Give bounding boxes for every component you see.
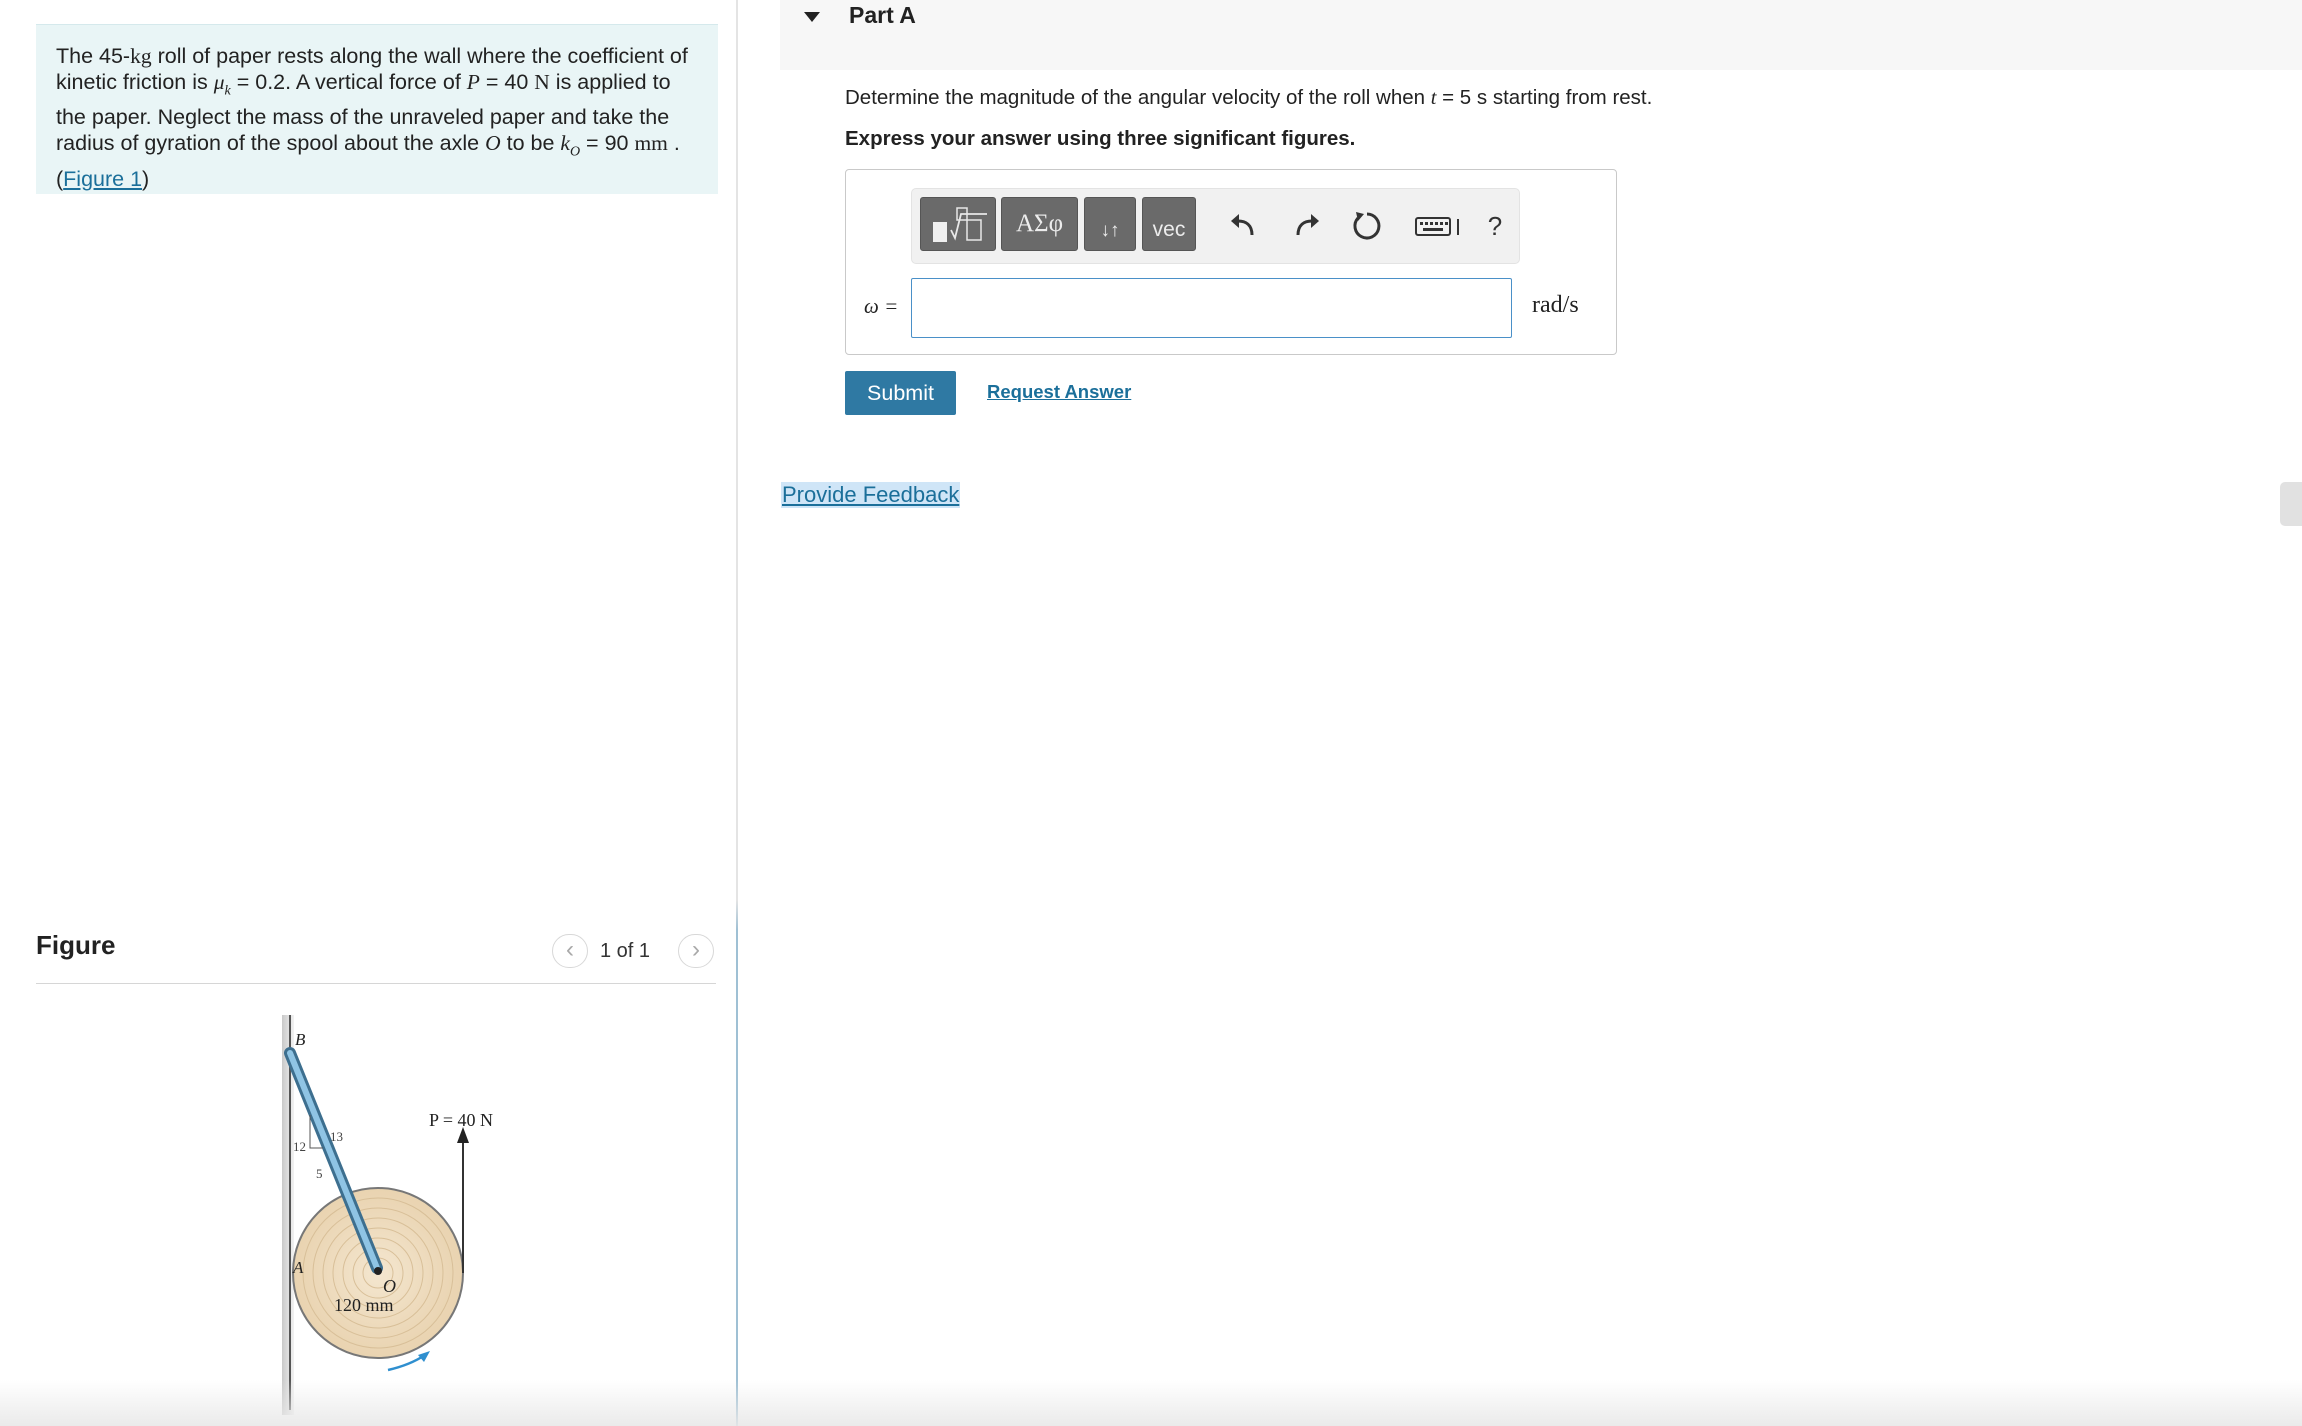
label-slope-13: 13 (330, 1129, 343, 1144)
help-button[interactable]: ? (1478, 209, 1512, 243)
mass-unit: kg (130, 44, 152, 68)
left-pane: The 45-kg roll of paper rests along the … (0, 0, 736, 1426)
figure-prev-button[interactable]: ‹ (552, 934, 588, 968)
length-unit: mm (634, 131, 668, 156)
omega-label-text: ω = (864, 294, 899, 318)
chevron-left-icon: ‹ (566, 936, 574, 963)
part-header[interactable]: Part A (780, 0, 2302, 70)
keyboard-button[interactable] (1414, 209, 1464, 243)
axle-O (374, 1267, 382, 1275)
figure-heading: Figure (36, 930, 116, 960)
mu-symbol: μ (213, 70, 225, 94)
templates-button[interactable] (920, 197, 996, 251)
figure-next-button[interactable]: › (678, 934, 714, 968)
caret-down-icon[interactable] (804, 12, 820, 22)
problem-text: The 45- (56, 44, 131, 68)
label-slope-12: 12 (293, 1139, 306, 1154)
part-title: Part A (849, 2, 916, 28)
question-text-part: = 5 s starting from rest. (1436, 86, 1653, 109)
answer-unit: rad/s (1532, 292, 1579, 318)
pane-divider[interactable] (736, 0, 738, 1426)
label-force: P = 40 N (429, 1110, 493, 1130)
problem-text: = 90 (580, 131, 635, 156)
wall (282, 1015, 294, 1415)
k-subscript: O (569, 144, 581, 160)
arrows-button[interactable]: ↓↑ (1084, 197, 1136, 251)
paper-roll-figure: B A O 12 13 5 P = 40 N 120 mm (282, 1015, 493, 1415)
keyboard-icon (1415, 217, 1459, 236)
problem-text: = 40 (479, 70, 535, 94)
redo-icon (1296, 214, 1319, 236)
greek-symbols-button[interactable]: ΑΣφ (1001, 197, 1078, 251)
label-B: B (295, 1030, 306, 1049)
figure-link[interactable]: Figure 1 (63, 167, 142, 191)
undo-icon (1231, 214, 1254, 236)
undo-button[interactable] (1226, 209, 1260, 243)
force-unit: N (534, 70, 550, 94)
redo-button[interactable] (1290, 209, 1324, 243)
label-slope-5: 5 (316, 1166, 323, 1181)
templates-icon (933, 207, 987, 242)
problem-text: to be (500, 131, 561, 156)
answer-input[interactable] (911, 278, 1512, 338)
submit-button[interactable]: Submit (845, 371, 956, 415)
question-text-part: Determine the magnitude of the angular v… (845, 86, 1431, 109)
reset-button[interactable] (1350, 209, 1384, 243)
problem-statement: The 45-kg roll of paper rests along the … (36, 24, 718, 194)
question-text: Determine the magnitude of the angular v… (845, 86, 1652, 110)
reset-icon (1353, 212, 1381, 240)
math-toolbar: ΑΣφ ↓↑ vec ? (911, 188, 1520, 264)
problem-text: = 0.2. A vertical force of (230, 70, 467, 94)
label-A: A (292, 1258, 304, 1277)
answer-box: ΑΣφ ↓↑ vec ? ω = rad/s (845, 169, 1617, 355)
answer-variable-label: ω = (864, 294, 898, 319)
label-O: O (383, 1276, 396, 1296)
label-radius: 120 mm (334, 1295, 394, 1315)
problem-text: ) (142, 166, 150, 191)
chevron-right-icon: › (692, 936, 700, 963)
side-scroll-tab[interactable] (2280, 482, 2302, 526)
rotation-arrow-head (418, 1351, 430, 1362)
provide-feedback-link[interactable]: Provide Feedback (781, 482, 961, 508)
force-symbol: P (466, 70, 480, 94)
k-symbol: k (560, 131, 570, 156)
figure-divider (36, 983, 716, 984)
request-answer-link[interactable]: Request Answer (987, 381, 1131, 403)
instruction-text: Express your answer using three signific… (845, 127, 1356, 150)
figure-counter: 1 of 1 (600, 940, 651, 962)
axle-symbol: O (485, 131, 501, 156)
vector-button[interactable]: vec (1142, 197, 1196, 251)
